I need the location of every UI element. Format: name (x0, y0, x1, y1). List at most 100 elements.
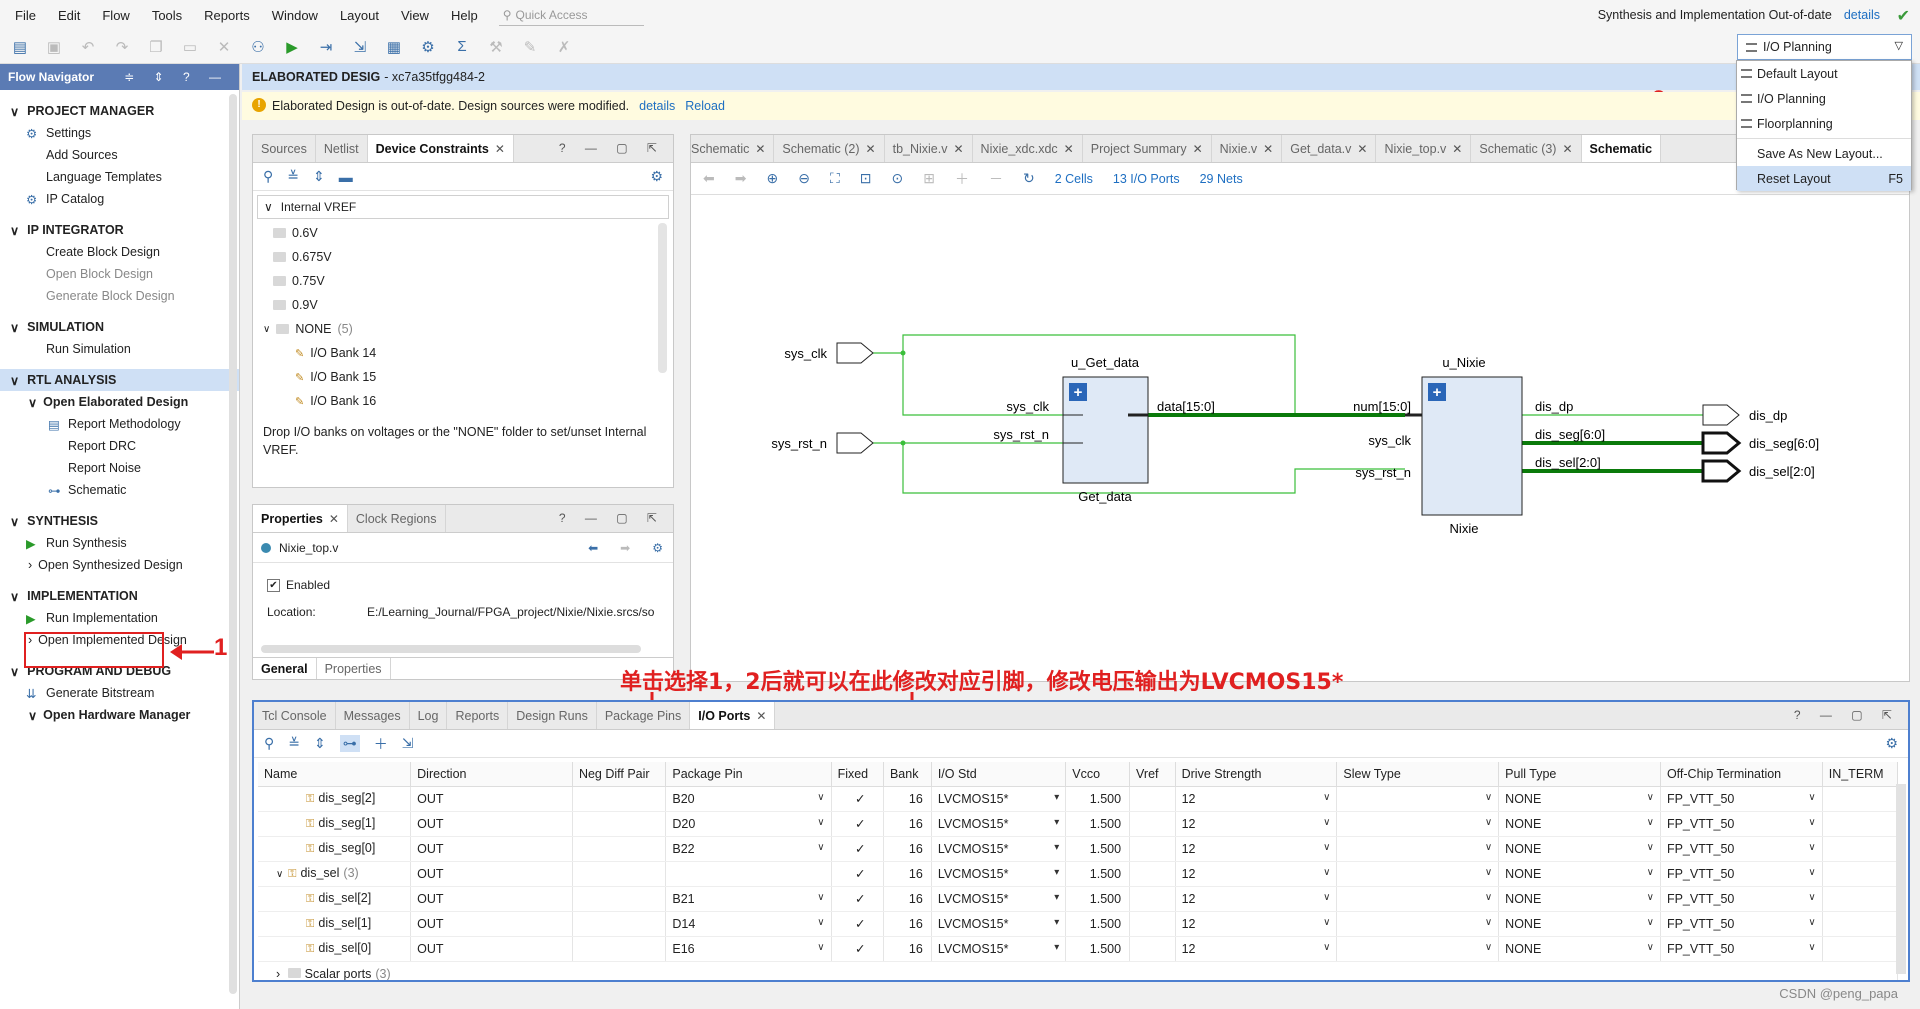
nav-item-report-methodology[interactable]: ▤ Report Methodology (0, 413, 239, 435)
column-header-drive-strength[interactable]: Drive Strength (1175, 762, 1338, 787)
close-icon[interactable]: ✕ (1562, 142, 1572, 156)
tab-general[interactable]: General (253, 658, 317, 679)
nav-item-create-block-design[interactable]: Create Block Design (0, 241, 239, 263)
nav-item-report-drc[interactable]: Report DRC (0, 435, 239, 457)
tab-properties[interactable]: Properties ✕ (253, 505, 348, 532)
tree-item-none[interactable]: ∨ NONE (5) (263, 317, 673, 341)
package-pin-select[interactable]: B22 ∨ (665, 836, 832, 862)
slew-type-select[interactable]: ∨ (1336, 811, 1500, 837)
tab-reports[interactable]: Reports (447, 702, 509, 729)
tool-a-icon[interactable]: ⚒ (484, 35, 508, 59)
save-icon[interactable]: ▣ (42, 35, 66, 59)
slew-type-select[interactable]: ∨ (1336, 861, 1500, 887)
tab-package-pins[interactable]: Package Pins (597, 702, 691, 729)
slew-type-select[interactable]: ∨ (1336, 886, 1500, 912)
drive-strength-select[interactable]: 12 ∨ (1175, 861, 1338, 887)
fixed-check-icon[interactable]: ✓ (831, 936, 884, 962)
tab-design-runs[interactable]: Design Runs (508, 702, 597, 729)
chevron-down-icon[interactable]: ∨ (276, 869, 286, 880)
zoom-out-icon[interactable]: ⊖ (798, 170, 810, 187)
fit-icon[interactable]: ⛶ (830, 170, 840, 187)
tree-item-bank[interactable]: ✎ I/O Bank 15 (273, 365, 673, 389)
nav-item-open-hardware-manager[interactable]: ∨ Open Hardware Manager (0, 704, 239, 726)
tree-item-vref[interactable]: 0.6V (273, 221, 673, 245)
pull-type-select[interactable]: NONE ∨ (1498, 911, 1661, 937)
package-pin-select[interactable]: B21 ∨ (665, 886, 832, 912)
schematic-canvas[interactable]: sys_clk sys_rst_n u_Get_data + sys_clk s… (691, 195, 1909, 681)
fixed-check-icon[interactable]: ✓ (831, 786, 884, 812)
menu-flow[interactable]: Flow (91, 8, 140, 23)
io-std-select[interactable]: LVCMOS15* ▾ (931, 786, 1067, 812)
tab-schematic-6[interactable]: Get_data.v ✕ (1282, 135, 1377, 162)
package-pin-select[interactable]: B20 ∨ (665, 786, 832, 812)
status-details-link[interactable]: details (1844, 8, 1880, 22)
tree-item-bank[interactable]: ✎ I/O Bank 14 (273, 341, 673, 365)
nav-item-open-elaborated-design[interactable]: ∨ Open Elaborated Design (0, 391, 239, 413)
zoom-area-icon[interactable]: ⊡ (860, 170, 872, 187)
navigator-scrollbar[interactable] (229, 94, 237, 994)
gear-icon[interactable]: ⚙ (1885, 735, 1898, 752)
nav-item-language-templates[interactable]: Language Templates (0, 166, 239, 188)
close-icon[interactable]: ✕ (1193, 142, 1203, 156)
menu-item-reset-layout[interactable]: Reset Layout F5 (1737, 166, 1911, 191)
off-chip-termination-select[interactable]: FP_VTT_50 ∨ (1660, 811, 1823, 837)
table-row[interactable]: ⚿ dis_seg[1] OUT D20 ∨ ✓ 16 LVCMOS15* ▾ 1.500 12 ∨ ∨… (258, 811, 1899, 837)
column-header-bank[interactable]: Bank (883, 762, 932, 787)
tab-messages[interactable]: Messages (336, 702, 410, 729)
tab-clock-regions[interactable]: Clock Regions (348, 505, 446, 532)
slew-type-select[interactable]: ∨ (1336, 936, 1500, 962)
column-header-in-term[interactable]: IN_TERM (1822, 762, 1899, 787)
collapse-all-icon[interactable]: ≚ (288, 735, 300, 752)
prop-h-scrollbar[interactable] (261, 645, 641, 653)
close-icon[interactable]: ✕ (329, 512, 339, 526)
close-icon[interactable]: ✕ (495, 142, 505, 156)
nav-item-schematic[interactable]: ⊶ Schematic (0, 479, 239, 501)
port-dis-seg[interactable] (1701, 431, 1742, 455)
delete-icon[interactable]: ✕ (212, 35, 236, 59)
menu-view[interactable]: View (390, 8, 440, 23)
tab-schematic-9[interactable]: Schematic (1581, 135, 1662, 162)
slew-type-select[interactable]: ∨ (1336, 911, 1500, 937)
table-row[interactable]: ⚿ dis_sel[1] OUT D14 ∨ ✓ 16 LVCMOS15* ▾ 1.500 12 ∨ ∨… (258, 911, 1899, 937)
nav-section-simulation[interactable]: ∨ SIMULATION (0, 316, 239, 338)
menu-file[interactable]: File (4, 8, 47, 23)
nav-item-ip-catalog[interactable]: ⚙ IP Catalog (0, 188, 239, 210)
menu-layout[interactable]: Layout (329, 8, 390, 23)
column-header-name[interactable]: Name (258, 762, 412, 787)
tab-schematic-7[interactable]: Nixie_top.v ✕ (1376, 135, 1472, 162)
sigma-icon[interactable]: Σ (450, 35, 474, 59)
copy-icon[interactable]: ❐ (144, 35, 168, 59)
column-header-vcco[interactable]: Vcco (1065, 762, 1131, 787)
panel-controls-icon[interactable]: ? — ▢ ⇱ (559, 141, 665, 155)
menu-edit[interactable]: Edit (47, 8, 91, 23)
nav-section-implementation[interactable]: ∨ IMPLEMENTATION (0, 585, 239, 607)
off-chip-termination-select[interactable]: FP_VTT_50 ∨ (1660, 886, 1823, 912)
drive-strength-select[interactable]: 12 ∨ (1175, 786, 1338, 812)
tab-log[interactable]: Log (410, 702, 448, 729)
port-dis-dp[interactable] (1702, 404, 1740, 426)
nav-item-add-sources[interactable]: Add Sources (0, 144, 239, 166)
add-icon[interactable]: ＋ (374, 734, 388, 754)
column-header-vref[interactable]: Vref (1129, 762, 1176, 787)
tool-c-icon[interactable]: ✗ (552, 35, 576, 59)
tab-device-constraints[interactable]: Device Constraints ✕ (367, 135, 514, 162)
port-sys-clk[interactable] (836, 342, 874, 364)
nav-item-open-synthesized-design[interactable]: › Open Synthesized Design (0, 554, 239, 576)
reload-link[interactable]: Reload (685, 99, 725, 113)
nav-item-generate-bitstream[interactable]: ⇊ Generate Bitstream (0, 682, 239, 704)
search-icon[interactable]: ⚲ (263, 168, 273, 185)
expand-all-icon[interactable]: ⇕ (313, 168, 325, 185)
tab-schematic-2[interactable]: tb_Nixie.v ✕ (885, 135, 973, 162)
close-icon[interactable]: ✕ (1357, 142, 1367, 156)
menu-item-io-planning[interactable]: I/O Planning (1737, 86, 1911, 111)
nav-item-report-noise[interactable]: Report Noise (0, 457, 239, 479)
off-chip-termination-select[interactable]: FP_VTT_50 ∨ (1660, 911, 1823, 937)
export-icon[interactable]: ⇲ (402, 735, 414, 752)
menu-reports[interactable]: Reports (193, 8, 261, 23)
column-header-neg-diff-pair[interactable]: Neg Diff Pair (572, 762, 667, 787)
dc-scrollbar[interactable] (658, 223, 667, 373)
io-std-select[interactable]: LVCMOS15* ▾ (931, 836, 1067, 862)
drive-strength-select[interactable]: 12 ∨ (1175, 911, 1338, 937)
io-ports-count-link[interactable]: 13 I/O Ports (1113, 172, 1180, 186)
pull-type-select[interactable]: NONE ∨ (1498, 861, 1661, 887)
